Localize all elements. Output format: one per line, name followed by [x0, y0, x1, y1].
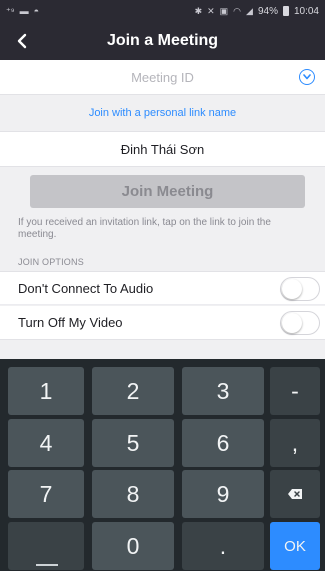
back-button[interactable]	[8, 26, 36, 56]
option-turn-off-video: Turn Off My Video	[0, 306, 325, 340]
toggle-knob	[282, 313, 302, 333]
nfc-icon: ▣	[219, 5, 229, 16]
mute-icon: ✕	[207, 5, 215, 16]
personal-link-button[interactable]: Join with a personal link name	[0, 97, 325, 129]
key-dot[interactable]: .	[182, 522, 264, 570]
join-options-header: JOIN OPTIONS	[18, 257, 84, 267]
option-label: Turn Off My Video	[18, 315, 123, 330]
key-6[interactable]: 6	[182, 419, 264, 467]
key-0[interactable]: 0	[92, 522, 174, 570]
key-dash[interactable]: -	[270, 367, 320, 415]
ok-key[interactable]: OK	[270, 522, 320, 570]
wifi-icon: ◠	[233, 5, 242, 16]
numeric-keyboard: 1 2 3 - 4 5 6 , 7 8 9 0 . OK	[0, 359, 325, 571]
backspace-icon	[288, 489, 302, 499]
clock: 10:04	[293, 5, 319, 17]
chevron-left-icon	[17, 33, 27, 49]
meeting-id-input[interactable]: Meeting ID	[0, 60, 325, 95]
space-key[interactable]	[8, 522, 84, 570]
key-1[interactable]: 1	[8, 367, 84, 415]
key-9[interactable]: 9	[182, 470, 264, 518]
backspace-key[interactable]	[270, 470, 320, 518]
bluetooth-icon: ✱	[194, 5, 203, 16]
header: Join a Meeting	[0, 22, 325, 60]
toggle-knob	[282, 279, 302, 299]
key-5[interactable]: 5	[92, 419, 174, 467]
key-4[interactable]: 4	[8, 419, 84, 467]
invitation-hint: If you received an invitation link, tap …	[18, 217, 271, 240]
key-7[interactable]: 7	[8, 470, 84, 518]
battery-icon	[282, 6, 289, 16]
meeting-history-dropdown[interactable]	[299, 69, 315, 85]
key-8[interactable]: 8	[92, 470, 174, 518]
battery-percent: 94%	[257, 5, 278, 17]
key-3[interactable]: 3	[182, 367, 264, 415]
option-label: Don't Connect To Audio	[18, 280, 154, 296]
option-dont-connect-audio: Don't Connect To Audio	[0, 271, 325, 305]
name-input[interactable]: Đinh Thái Sơn	[0, 131, 325, 167]
message-icon: ▬	[19, 6, 29, 16]
key-comma[interactable]: ,	[270, 419, 320, 467]
key-2[interactable]: 2	[92, 367, 174, 415]
join-meeting-button[interactable]: Join Meeting	[30, 175, 305, 208]
signal-icon: ◢	[246, 5, 253, 16]
video-toggle[interactable]	[280, 311, 320, 335]
cast-icon: ◓	[33, 6, 40, 16]
audio-toggle[interactable]	[280, 277, 320, 301]
status-bar: ⁺⁹ ▬ ◓ ✱ ✕ ▣ ◠ ◢ 94% 10:04	[0, 0, 325, 22]
page-title: Join a Meeting	[106, 32, 219, 49]
notification-icon: ⁺⁹	[6, 5, 15, 16]
meeting-id-placeholder: Meeting ID	[131, 69, 194, 85]
chevron-down-icon	[303, 74, 311, 80]
